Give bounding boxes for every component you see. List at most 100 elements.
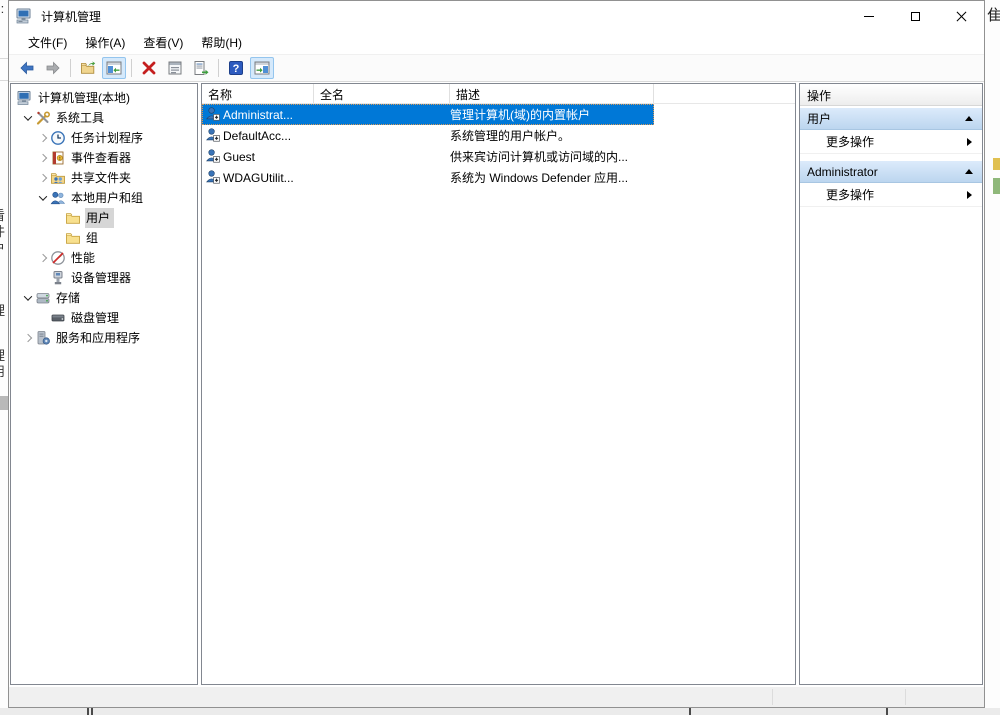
toolbar-help-button[interactable]: ? [224, 57, 248, 79]
close-button[interactable] [938, 1, 984, 31]
chevron-right-icon[interactable] [35, 253, 50, 263]
action-section-title: 用户 [807, 112, 832, 126]
open-folder-icon [80, 60, 96, 76]
event-viewer-icon [50, 150, 66, 166]
user-fullname-cell [314, 104, 450, 125]
column-header-0[interactable]: 名称 [202, 84, 314, 103]
chevron-down-icon[interactable] [20, 292, 35, 301]
menu-view[interactable]: 查看(V) [134, 31, 192, 54]
chevron-right-icon[interactable] [35, 133, 50, 143]
user-description-cell: 管理计算机(域)的内置帐户 [450, 104, 654, 125]
actions-pane: 操作 用户 更多操作 Administrator 更多操作 [799, 83, 983, 685]
minimize-button[interactable] [846, 1, 892, 31]
more-actions-item[interactable]: 更多操作 [800, 130, 982, 154]
toolbar-export-list-button[interactable] [189, 57, 213, 79]
submenu-arrow-icon [967, 137, 972, 146]
tree-item-event-viewer[interactable]: 事件查看器 [11, 148, 197, 168]
titlebar[interactable]: 计算机管理 [9, 1, 984, 31]
user-row-guest[interactable]: Guest 供来宾访问计算机或访问域的内... [202, 146, 654, 167]
background-text-fragment: 隹 [987, 7, 1000, 24]
action-section-header-users-section[interactable]: 用户 [800, 108, 982, 130]
chevron-glyph [23, 112, 32, 121]
tools-icon [35, 110, 51, 126]
main-content: 计算机管理(本地) 系统工具 任务计划程序 事件查看器 共享文件夹 本地用户和组 用户组性能… [9, 82, 984, 685]
tree-item-system-tools[interactable]: 系统工具 [11, 108, 197, 128]
chevron-glyph [38, 153, 47, 163]
tree-item-computer-management-root[interactable]: 计算机管理(本地) [11, 88, 197, 108]
chevron-glyph [38, 173, 47, 183]
console-tree-toggle-icon [106, 60, 122, 76]
tree-item-task-scheduler[interactable]: 任务计划程序 [11, 128, 197, 148]
background-fragment-block [993, 178, 1000, 194]
more-actions-item[interactable]: 更多操作 [800, 183, 982, 207]
user-row-defaultacc[interactable]: DefaultAcc... 系统管理的用户帐户。 [202, 125, 654, 146]
tree-item-shared-folders[interactable]: 共享文件夹 [11, 168, 197, 188]
toolbar: ? [9, 55, 984, 82]
collapse-section-icon[interactable] [965, 116, 973, 121]
forward-icon [45, 60, 61, 76]
menu-help[interactable]: 帮助(H) [192, 31, 251, 54]
column-header-2[interactable]: 描述 [450, 84, 654, 103]
user-row-administrat[interactable]: Administrat... 管理计算机(域)的内置帐户 [202, 104, 654, 125]
tree-item-local-users-groups[interactable]: 本地用户和组 [11, 188, 197, 208]
background-fragment-line [91, 708, 93, 715]
toolbar-console-tree-toggle-button[interactable] [102, 57, 126, 79]
chevron-right-icon[interactable] [35, 153, 50, 163]
menu-action[interactable]: 操作(A) [76, 31, 134, 54]
chevron-down-icon[interactable] [35, 192, 50, 201]
tree-item-groups[interactable]: 组 [11, 228, 197, 248]
tree-item-storage[interactable]: 存储 [11, 288, 197, 308]
collapse-section-icon[interactable] [965, 169, 973, 174]
performance-icon [50, 250, 66, 266]
tree-item-label: 共享文件夹 [71, 171, 132, 185]
action-section-header-administrator-section[interactable]: Administrator [800, 161, 982, 183]
user-fullname-cell [314, 146, 450, 167]
chevron-right-icon[interactable] [35, 173, 50, 183]
background-fragment-line [87, 708, 89, 715]
user-row-wdagutilit[interactable]: WDAGUtilit... 系统为 Windows Defender 应用... [202, 167, 654, 188]
menu-file[interactable]: 文件(F) [19, 31, 76, 54]
chevron-right-icon[interactable] [20, 333, 35, 343]
toolbar-forward-button[interactable] [41, 57, 65, 79]
delete-icon [141, 60, 157, 76]
maximize-icon [910, 11, 920, 21]
device-manager-icon [50, 270, 66, 286]
folder-icon [65, 230, 81, 246]
user-name: Guest [223, 149, 256, 164]
tree-item-services-apps[interactable]: 服务和应用程序 [11, 328, 197, 348]
user-fullname-cell [314, 125, 450, 146]
statusbar [9, 686, 984, 707]
console-tree-pane: 计算机管理(本地) 系统工具 任务计划程序 事件查看器共享文件夹本地用户和组用户组性能… [10, 83, 198, 685]
background-text-fragment: 用 [0, 361, 5, 380]
user-name-cell: Guest [202, 146, 314, 167]
tree-item-users[interactable]: 用户 [11, 208, 197, 228]
toolbar-open-folder-button[interactable] [76, 57, 100, 79]
background-fragment-line [886, 708, 888, 715]
maximize-button[interactable] [892, 1, 938, 31]
toolbar-back-button[interactable] [15, 57, 39, 79]
more-actions-label: 更多操作 [826, 188, 875, 202]
tree-item-disk-management[interactable]: 磁盘管理 [11, 308, 197, 328]
chevron-glyph [38, 192, 47, 201]
shared-folder-icon [50, 170, 66, 186]
toolbar-properties-button[interactable] [163, 57, 187, 79]
tree-item-device-manager[interactable]: 设备管理器 [11, 268, 197, 288]
background-fragment-block [0, 396, 8, 410]
chevron-down-icon[interactable] [20, 112, 35, 121]
tree-item-performance[interactable]: 性能 [11, 248, 197, 268]
list-column-headers: 名称 全名 描述 [202, 84, 795, 104]
computer-icon [17, 90, 33, 106]
user-description-cell: 系统为 Windows Defender 应用... [450, 167, 654, 188]
tree-item-label: 本地用户和组 [71, 191, 144, 205]
tree-item-label: 存储 [56, 291, 81, 305]
user-disabled-icon [205, 169, 223, 187]
user-name: WDAGUtilit... [223, 170, 294, 185]
tree-item-label: 用户 [85, 208, 115, 228]
toolbar-action-pane-toggle-button[interactable] [250, 57, 274, 79]
statusbar-separator [772, 689, 773, 705]
column-header-1[interactable]: 全名 [314, 84, 450, 103]
user-icon [205, 106, 223, 124]
background-text-fragment: B: [0, 1, 5, 16]
background-window-bottom-sliver [0, 708, 1000, 715]
toolbar-delete-button[interactable] [137, 57, 161, 79]
